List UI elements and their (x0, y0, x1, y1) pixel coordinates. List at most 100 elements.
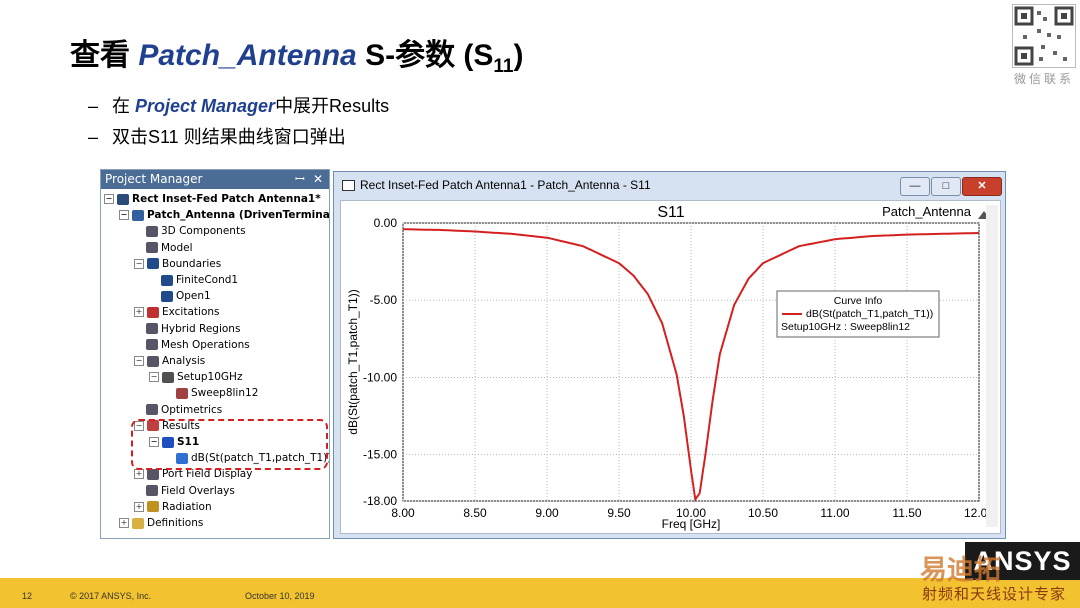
tree-item-label: Rect Inset-Fed Patch Antenna1* (132, 193, 321, 205)
x-axis-label: Freq [GHz] (662, 517, 721, 531)
sweep-icon (176, 387, 188, 399)
tree-item-label: Hybrid Regions (161, 322, 241, 335)
tree-item[interactable]: Model (146, 241, 193, 256)
tree-item-label: Mesh Operations (161, 338, 250, 351)
y-tick-label: -18.00 (363, 494, 397, 508)
tree-item-label: Analysis (162, 355, 206, 367)
tree-item[interactable]: − Patch_Antenna (DrivenTerminal)* (119, 208, 330, 223)
tree-item[interactable]: − Rect Inset-Fed Patch Antenna1* (104, 192, 321, 207)
component-icon (146, 225, 158, 237)
expand-icon[interactable]: + (134, 501, 144, 512)
tree-item-label: Sweep8lin12 (191, 387, 259, 400)
minimize-button[interactable]: — (900, 177, 930, 196)
optimetrics-icon (146, 404, 158, 416)
y-tick-label: -10.00 (363, 370, 397, 384)
tree-item-label: Optimetrics (161, 403, 223, 416)
tree-item[interactable]: + Radiation (134, 500, 212, 515)
legend-entry: dB(St(patch_T1,patch_T1)) (806, 308, 933, 320)
x-tick-label: 11.50 (892, 506, 921, 520)
tree-item-label: FiniteCond1 (176, 274, 239, 286)
setup-icon (162, 371, 174, 383)
tree-item-label: Patch_Antenna (DrivenTerminal)* (147, 209, 330, 222)
tree-item[interactable]: − Analysis (134, 354, 205, 369)
legend-setup: Setup10GHz : Sweep8lin12 (781, 321, 910, 333)
design-icon (132, 209, 144, 221)
tree-item-label: Setup10GHz (177, 371, 243, 384)
collapse-icon[interactable]: − (134, 356, 144, 366)
window-icon (342, 180, 355, 191)
tree-item-label: Excitations (162, 306, 220, 319)
plot-area[interactable]: 8.00 8.50 9.00 9.50 10.00 10.50 11.00 11.50 12.0… (340, 200, 1001, 534)
tree-item-label: Model (161, 241, 193, 254)
y-tick-label: -5.00 (370, 293, 398, 307)
y-tick-label: -15.00 (363, 448, 397, 462)
collapse-icon[interactable]: − (119, 210, 129, 221)
tree-item[interactable]: − Setup10GHz (149, 370, 242, 385)
x-tick-label: 8.50 (463, 506, 487, 520)
tree-item[interactable]: Mesh Operations (146, 338, 250, 353)
tree-item-label: Field Overlays (161, 484, 235, 497)
pin-icon[interactable]: ꟷ (295, 170, 305, 189)
tree-item[interactable]: 3D Components (146, 224, 246, 239)
plot-window: Rect Inset-Fed Patch Antenna1 - Patch_An… (333, 171, 1006, 539)
bullet-list: – 在 Project Manager中展开Results – 双击S11 则结果曲… (88, 92, 389, 154)
analysis-icon (147, 355, 159, 367)
footer: 12 © 2017 ANSYS, Inc. October 10, 2019 (0, 578, 1080, 608)
field-icon (147, 468, 159, 480)
expand-icon[interactable]: + (119, 518, 129, 528)
chart-title: S11 (657, 204, 684, 221)
collapse-icon[interactable]: − (134, 258, 144, 269)
page-number: 12 (22, 591, 33, 601)
tree-item-label: 3D Components (161, 225, 246, 238)
bullet-dash: – (88, 96, 99, 116)
tree-item-label: Open1 (176, 290, 211, 303)
s11-chart: 8.00 8.50 9.00 9.50 10.00 10.50 11.00 11.50 12.0… (346, 204, 994, 531)
plot-window-titlebar[interactable]: Rect Inset-Fed Patch Antenna1 - Patch_An… (334, 172, 1005, 199)
design-label: Patch_Antenna (882, 204, 972, 219)
boundary-icon (147, 258, 159, 270)
expand-icon[interactable]: + (134, 469, 144, 480)
project-icon (117, 193, 129, 205)
x-tick-label: 9.00 (535, 506, 559, 520)
plot-window-title: Rect Inset-Fed Patch Antenna1 - Patch_An… (360, 178, 651, 192)
model-icon (146, 242, 158, 254)
excitation-icon (147, 306, 159, 318)
tree-item[interactable]: + Definitions (119, 516, 203, 531)
qr-code-icon (1012, 4, 1076, 68)
project-manager-panel: Project Manager ꟷ ✕ − Rect Inset-Fed Patc… (100, 169, 330, 539)
boundary-icon (161, 274, 173, 286)
tree-item[interactable]: Sweep8lin12 (176, 386, 258, 401)
slide-title: 查看 Patch_Antenna S-参数 (S11) (70, 39, 524, 77)
collapse-icon[interactable]: − (104, 194, 114, 204)
qr-caption: 微信联系 (1013, 72, 1074, 86)
tree-item[interactable]: Optimetrics (146, 403, 222, 418)
tree-item[interactable]: Hybrid Regions (146, 322, 240, 337)
tree-item-label: Port Field Display (162, 468, 253, 481)
tree-item-label: Definitions (147, 517, 204, 529)
scrollbar[interactable] (986, 205, 998, 527)
collapse-icon[interactable]: − (149, 372, 159, 383)
tree-item-label: Radiation (162, 500, 212, 513)
folder-icon (132, 517, 144, 529)
maximize-button[interactable]: □ (931, 177, 961, 196)
project-manager-title: Project Manager (105, 172, 203, 186)
mesh-icon (146, 339, 158, 351)
tree-item[interactable]: Open1 (161, 289, 211, 304)
hybrid-icon (146, 323, 158, 335)
tree-item[interactable]: Field Overlays (146, 484, 235, 499)
boundary-icon (161, 290, 173, 302)
x-tick-label: 8.00 (391, 506, 415, 520)
bullet-item: – 双击S11 则结果曲线窗口弹出 (88, 127, 346, 147)
close-button[interactable]: ✕ (962, 177, 1002, 196)
close-icon[interactable]: ✕ (313, 170, 323, 189)
expand-icon[interactable]: + (134, 307, 144, 318)
tree-item[interactable]: − Boundaries (134, 257, 221, 272)
y-tick-label: 0.00 (374, 216, 398, 230)
copyright: © 2017 ANSYS, Inc. (70, 591, 152, 601)
x-tick-label: 9.50 (607, 506, 631, 520)
tree-item[interactable]: FiniteCond1 (161, 273, 238, 288)
tree-item[interactable]: + Excitations (134, 305, 220, 320)
tree-item-label: Boundaries (162, 257, 222, 270)
project-manager-header: Project Manager ꟷ ✕ (101, 170, 329, 189)
highlight-box (131, 419, 328, 470)
